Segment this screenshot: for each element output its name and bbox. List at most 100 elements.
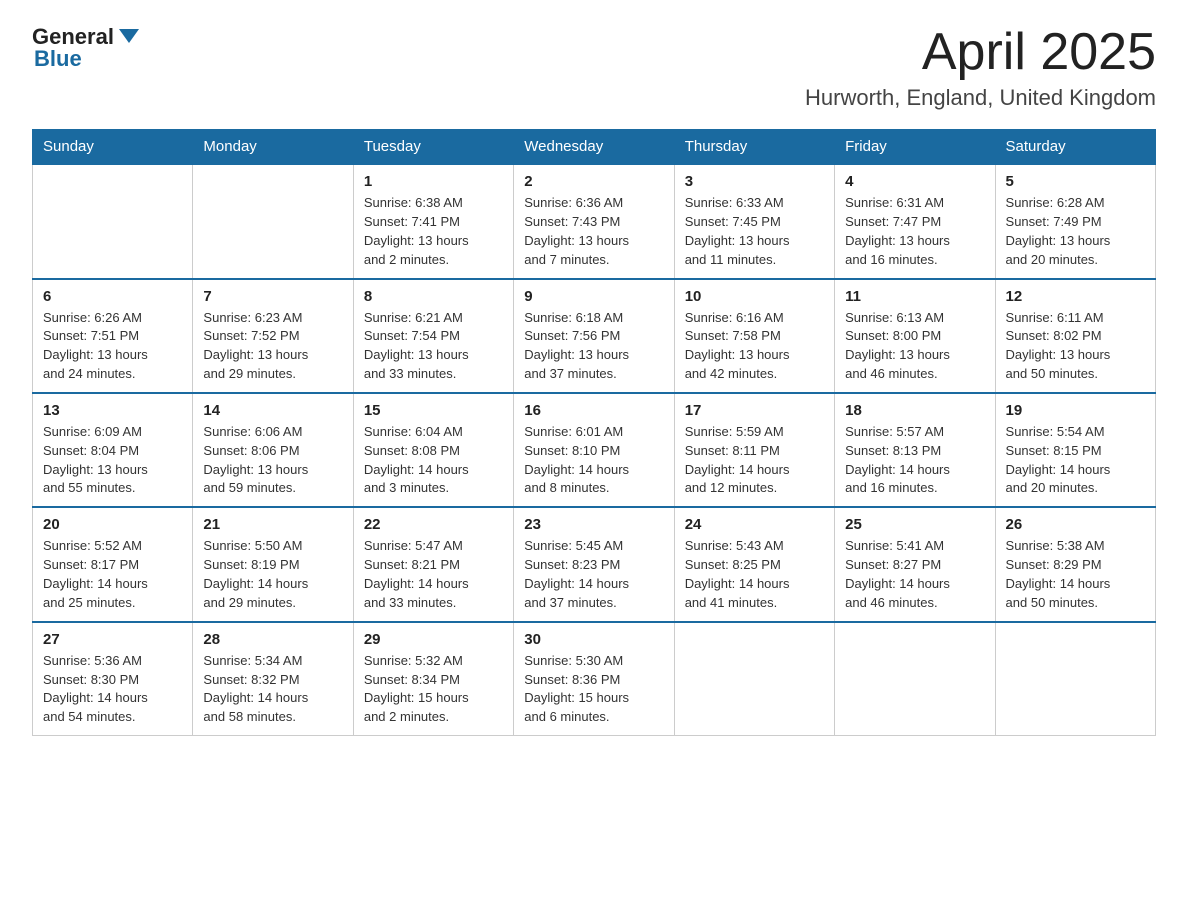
day-info: Sunrise: 6:01 AM Sunset: 8:10 PM Dayligh… — [524, 423, 663, 498]
day-number: 22 — [364, 516, 503, 533]
day-number: 6 — [43, 288, 182, 305]
day-info: Sunrise: 6:31 AM Sunset: 7:47 PM Dayligh… — [845, 194, 984, 269]
day-cell: 21Sunrise: 5:50 AM Sunset: 8:19 PM Dayli… — [193, 507, 353, 621]
column-header-friday: Friday — [835, 130, 995, 165]
day-info: Sunrise: 6:11 AM Sunset: 8:02 PM Dayligh… — [1006, 309, 1145, 384]
day-info: Sunrise: 5:52 AM Sunset: 8:17 PM Dayligh… — [43, 537, 182, 612]
day-number: 14 — [203, 402, 342, 419]
day-number: 20 — [43, 516, 182, 533]
day-number: 10 — [685, 288, 824, 305]
page-header: General Blue April 2025 Hurworth, Englan… — [32, 24, 1156, 111]
day-number: 17 — [685, 402, 824, 419]
week-row-4: 20 Sunrise: 5:52 AM Sunset: 8:17 PM Dayli… — [33, 507, 1156, 621]
day-number: 2 — [524, 173, 663, 190]
day-info: Sunrise: 6:18 AM Sunset: 7:56 PM Dayligh… — [524, 309, 663, 384]
day-number: 9 — [524, 288, 663, 305]
day-info: Sunrise: 5:47 AM Sunset: 8:21 PM Dayligh… — [364, 537, 503, 612]
day-cell: 29 Sunrise: 5:32 AM Sunset: 8:34 PM Dayli… — [353, 622, 513, 736]
day-info: Sunrise: 6:23 AM Sunset: 7:52 PM Dayligh… — [203, 309, 342, 384]
logo-blue-label: Blue — [32, 46, 82, 72]
day-info: Sunrise: 5:41 AM Sunset: 8:27 PM Dayligh… — [845, 537, 984, 612]
day-number: 5 — [1006, 173, 1145, 190]
day-info: Sunrise: 5:36 AM Sunset: 8:30 PM Dayligh… — [43, 652, 182, 727]
day-cell: 18 Sunrise: 5:57 AM Sunset: 8:13 PM Dayli… — [835, 393, 995, 507]
day-info: Sunrise: 6:13 AM Sunset: 8:00 PM Dayligh… — [845, 309, 984, 384]
day-cell — [835, 622, 995, 736]
title-block: April 2025 Hurworth, England, United Kin… — [805, 24, 1156, 111]
week-row-3: 13 Sunrise: 6:09 AM Sunset: 8:04 PM Dayli… — [33, 393, 1156, 507]
day-number: 23 — [524, 516, 663, 533]
day-number: 16 — [524, 402, 663, 419]
day-info: Sunrise: 5:45 AM Sunset: 8:23 PM Dayligh… — [524, 537, 663, 612]
day-cell: 28 Sunrise: 5:34 AM Sunset: 8:32 PM Dayli… — [193, 622, 353, 736]
week-row-5: 27 Sunrise: 5:36 AM Sunset: 8:30 PM Dayli… — [33, 622, 1156, 736]
day-number: 15 — [364, 402, 503, 419]
day-cell: 14 Sunrise: 6:06 AM Sunset: 8:06 PM Dayli… — [193, 393, 353, 507]
day-info: Sunrise: 6:36 AM Sunset: 7:43 PM Dayligh… — [524, 194, 663, 269]
day-cell: 20 Sunrise: 5:52 AM Sunset: 8:17 PM Dayli… — [33, 507, 193, 621]
day-cell: 26 Sunrise: 5:38 AM Sunset: 8:29 PM Dayli… — [995, 507, 1155, 621]
day-cell — [995, 622, 1155, 736]
day-cell — [674, 622, 834, 736]
day-cell: 15 Sunrise: 6:04 AM Sunset: 8:08 PM Dayli… — [353, 393, 513, 507]
day-info: Sunrise: 5:43 AM Sunset: 8:25 PM Dayligh… — [685, 537, 824, 612]
day-info: Sunrise: 5:50 AM Sunset: 8:19 PM Dayligh… — [203, 537, 342, 612]
day-cell: 22 Sunrise: 5:47 AM Sunset: 8:21 PM Dayli… — [353, 507, 513, 621]
day-number: 3 — [685, 173, 824, 190]
day-cell: 7 Sunrise: 6:23 AM Sunset: 7:52 PM Daylig… — [193, 279, 353, 393]
column-header-saturday: Saturday — [995, 130, 1155, 165]
day-cell: 8Sunrise: 6:21 AM Sunset: 7:54 PM Daylig… — [353, 279, 513, 393]
day-cell: 9 Sunrise: 6:18 AM Sunset: 7:56 PM Daylig… — [514, 279, 674, 393]
day-number: 28 — [203, 631, 342, 648]
day-info: Sunrise: 5:59 AM Sunset: 8:11 PM Dayligh… — [685, 423, 824, 498]
day-number: 29 — [364, 631, 503, 648]
day-info: Sunrise: 6:04 AM Sunset: 8:08 PM Dayligh… — [364, 423, 503, 498]
day-cell: 5 Sunrise: 6:28 AM Sunset: 7:49 PM Daylig… — [995, 164, 1155, 278]
day-number: 18 — [845, 402, 984, 419]
day-info: Sunrise: 6:38 AM Sunset: 7:41 PM Dayligh… — [364, 194, 503, 269]
week-row-2: 6 Sunrise: 6:26 AM Sunset: 7:51 PM Daylig… — [33, 279, 1156, 393]
column-header-monday: Monday — [193, 130, 353, 165]
day-cell: 4 Sunrise: 6:31 AM Sunset: 7:47 PM Daylig… — [835, 164, 995, 278]
day-cell: 19Sunrise: 5:54 AM Sunset: 8:15 PM Dayli… — [995, 393, 1155, 507]
day-number: 8 — [364, 288, 503, 305]
day-cell: 13 Sunrise: 6:09 AM Sunset: 8:04 PM Dayli… — [33, 393, 193, 507]
day-info: Sunrise: 6:33 AM Sunset: 7:45 PM Dayligh… — [685, 194, 824, 269]
logo-arrow-icon — [119, 29, 139, 43]
column-header-tuesday: Tuesday — [353, 130, 513, 165]
column-header-sunday: Sunday — [33, 130, 193, 165]
page-subtitle: Hurworth, England, United Kingdom — [805, 85, 1156, 111]
day-cell — [193, 164, 353, 278]
day-number: 13 — [43, 402, 182, 419]
day-info: Sunrise: 6:28 AM Sunset: 7:49 PM Dayligh… — [1006, 194, 1145, 269]
day-info: Sunrise: 5:34 AM Sunset: 8:32 PM Dayligh… — [203, 652, 342, 727]
day-cell — [33, 164, 193, 278]
day-number: 7 — [203, 288, 342, 305]
day-number: 19 — [1006, 402, 1145, 419]
week-row-1: 1 Sunrise: 6:38 AM Sunset: 7:41 PM Daylig… — [33, 164, 1156, 278]
day-cell: 12Sunrise: 6:11 AM Sunset: 8:02 PM Dayli… — [995, 279, 1155, 393]
logo: General Blue — [32, 24, 139, 72]
day-info: Sunrise: 6:26 AM Sunset: 7:51 PM Dayligh… — [43, 309, 182, 384]
day-cell: 24 Sunrise: 5:43 AM Sunset: 8:25 PM Dayli… — [674, 507, 834, 621]
day-info: Sunrise: 5:57 AM Sunset: 8:13 PM Dayligh… — [845, 423, 984, 498]
calendar-header-row: SundayMondayTuesdayWednesdayThursdayFrid… — [33, 130, 1156, 165]
day-cell: 27 Sunrise: 5:36 AM Sunset: 8:30 PM Dayli… — [33, 622, 193, 736]
day-cell: 6 Sunrise: 6:26 AM Sunset: 7:51 PM Daylig… — [33, 279, 193, 393]
day-info: Sunrise: 5:38 AM Sunset: 8:29 PM Dayligh… — [1006, 537, 1145, 612]
day-number: 26 — [1006, 516, 1145, 533]
day-number: 27 — [43, 631, 182, 648]
day-number: 1 — [364, 173, 503, 190]
day-info: Sunrise: 6:06 AM Sunset: 8:06 PM Dayligh… — [203, 423, 342, 498]
day-cell: 3 Sunrise: 6:33 AM Sunset: 7:45 PM Daylig… — [674, 164, 834, 278]
day-cell: 2 Sunrise: 6:36 AM Sunset: 7:43 PM Daylig… — [514, 164, 674, 278]
day-info: Sunrise: 5:32 AM Sunset: 8:34 PM Dayligh… — [364, 652, 503, 727]
day-cell: 11 Sunrise: 6:13 AM Sunset: 8:00 PM Dayli… — [835, 279, 995, 393]
day-info: Sunrise: 6:09 AM Sunset: 8:04 PM Dayligh… — [43, 423, 182, 498]
day-number: 24 — [685, 516, 824, 533]
day-number: 4 — [845, 173, 984, 190]
day-cell: 17 Sunrise: 5:59 AM Sunset: 8:11 PM Dayli… — [674, 393, 834, 507]
page-title: April 2025 — [805, 24, 1156, 81]
day-cell: 16 Sunrise: 6:01 AM Sunset: 8:10 PM Dayli… — [514, 393, 674, 507]
day-number: 11 — [845, 288, 984, 305]
